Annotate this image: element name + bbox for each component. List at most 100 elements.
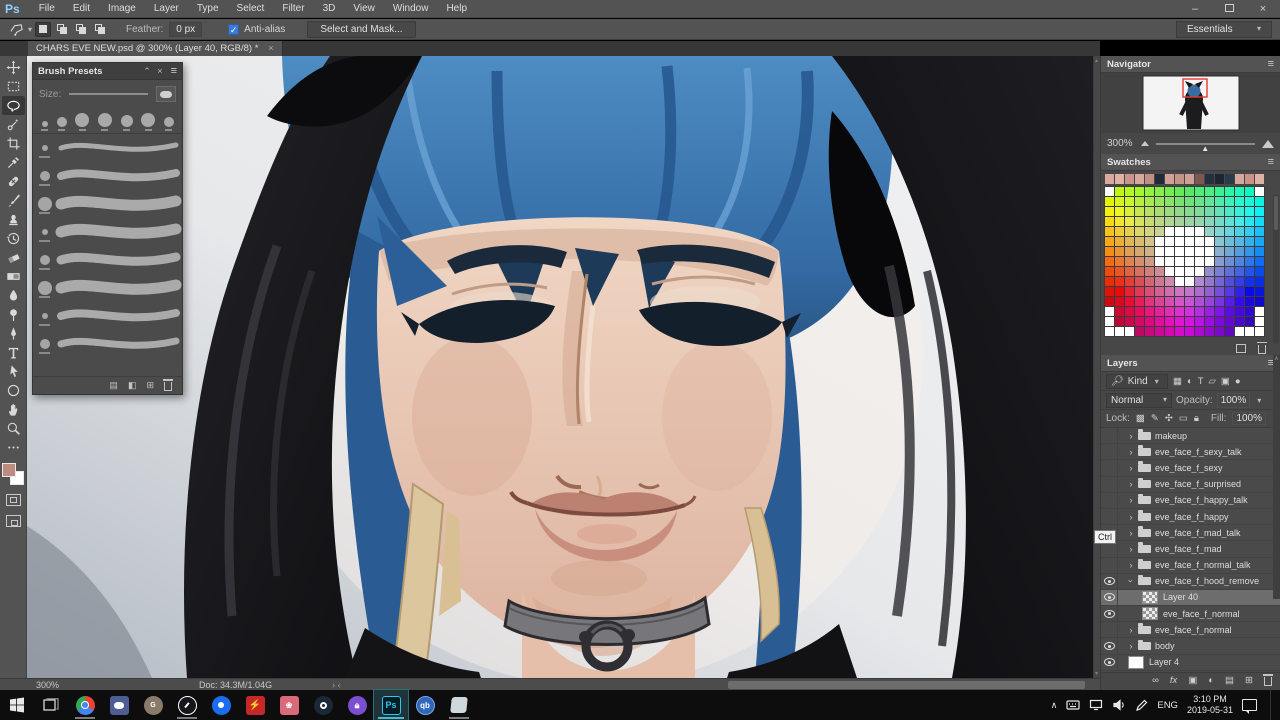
swatch[interactable] <box>1135 277 1144 286</box>
path-selection-tool[interactable] <box>2 362 25 381</box>
navigator-preview[interactable] <box>1101 73 1280 133</box>
swatch[interactable] <box>1195 174 1204 184</box>
swatch[interactable] <box>1165 237 1174 246</box>
brush-tip[interactable] <box>141 113 155 131</box>
brush-size-slider[interactable] <box>69 93 148 95</box>
chevron-collapsed-icon[interactable]: › <box>1126 544 1136 554</box>
swatch[interactable] <box>1125 297 1134 306</box>
swatch[interactable] <box>1155 297 1164 306</box>
swatch[interactable] <box>1115 247 1124 256</box>
touch-keyboard-icon[interactable] <box>1066 699 1080 711</box>
layer-style-icon[interactable]: fx <box>1170 675 1177 686</box>
swatch[interactable] <box>1205 267 1214 276</box>
visibility-empty[interactable] <box>1101 428 1118 443</box>
swatch[interactable] <box>1245 174 1254 184</box>
blend-mode-dropdown[interactable]: Normal ▾ <box>1106 393 1172 408</box>
menu-view[interactable]: View <box>344 0 384 18</box>
swatch[interactable] <box>1155 307 1164 316</box>
swatch[interactable] <box>1245 317 1254 326</box>
swatch[interactable] <box>1135 247 1144 256</box>
swatch[interactable] <box>1185 197 1194 206</box>
layer-row-eve_face_f_sexy_talk[interactable]: ›eve_face_f_sexy_talk <box>1101 444 1280 460</box>
taskbar-gimp-icon[interactable]: G <box>136 690 170 720</box>
swatch[interactable] <box>1205 247 1214 256</box>
layer-row-body[interactable]: ›body <box>1101 638 1280 654</box>
gradient-tool[interactable] <box>2 267 25 286</box>
screen-mode-button[interactable] <box>6 515 21 527</box>
swatch[interactable] <box>1135 197 1144 206</box>
swatch[interactable] <box>1195 187 1204 196</box>
swatch[interactable] <box>1185 187 1194 196</box>
swatch[interactable] <box>1245 257 1254 266</box>
swatch[interactable] <box>1185 277 1194 286</box>
swatch[interactable] <box>1115 174 1124 184</box>
brush-tip[interactable] <box>98 113 112 131</box>
clone-stamp-tool[interactable] <box>2 210 25 229</box>
swatch[interactable] <box>1215 317 1224 326</box>
blur-tool[interactable] <box>2 286 25 305</box>
swatch[interactable] <box>1125 187 1134 196</box>
layer-mask-icon[interactable]: ▣ <box>1188 675 1197 686</box>
swatch[interactable] <box>1125 207 1134 216</box>
swatch[interactable] <box>1255 317 1264 326</box>
menu-select[interactable]: Select <box>228 0 274 18</box>
toggle-view-icon[interactable]: ▤ <box>109 380 118 391</box>
swatch[interactable] <box>1165 317 1174 326</box>
swatch[interactable] <box>1255 297 1264 306</box>
delete-brush-icon[interactable] <box>164 382 172 391</box>
swatch[interactable] <box>1135 207 1144 216</box>
visibility-empty[interactable] <box>1101 558 1118 573</box>
swatch[interactable] <box>1195 277 1204 286</box>
swatch[interactable] <box>1245 267 1254 276</box>
zoom-tool[interactable] <box>2 419 25 438</box>
taskbar-sticky-notes-icon[interactable] <box>442 690 476 720</box>
visibility-empty[interactable] <box>1101 444 1118 459</box>
swatch[interactable] <box>1245 207 1254 216</box>
link-layers-icon[interactable]: ∞ <box>1152 675 1159 686</box>
menu-filter[interactable]: Filter <box>273 0 313 18</box>
close-tab-icon[interactable]: × <box>268 43 274 54</box>
select-and-mask-button[interactable]: Select and Mask... <box>307 21 415 38</box>
delete-swatch-icon[interactable] <box>1258 345 1266 354</box>
swatch[interactable] <box>1255 237 1264 246</box>
swatch-recent-row[interactable] <box>1101 171 1280 186</box>
swatch[interactable] <box>1155 247 1164 256</box>
swatch[interactable] <box>1105 257 1114 266</box>
new-brush-icon[interactable]: ⊞ <box>146 380 154 391</box>
intersect-selection-button[interactable] <box>92 22 108 37</box>
swatch[interactable] <box>1105 327 1114 336</box>
swatch[interactable] <box>1245 277 1254 286</box>
vertical-scrollbar[interactable]: ▴▾ <box>1093 56 1100 678</box>
swatch[interactable] <box>1155 327 1164 336</box>
layer-row-layer-40[interactable]: Layer 40 <box>1101 590 1280 606</box>
swatch[interactable] <box>1185 297 1194 306</box>
swatch[interactable] <box>1225 327 1234 336</box>
swatch[interactable] <box>1185 287 1194 296</box>
brush-tip[interactable] <box>41 121 48 131</box>
adjustment-layer-icon[interactable]: ◐ <box>1208 675 1214 686</box>
swatch[interactable] <box>1175 247 1184 256</box>
swatch[interactable] <box>1165 187 1174 196</box>
taskbar-task-view-icon[interactable] <box>34 690 68 720</box>
swatch[interactable] <box>1135 327 1144 336</box>
swatch[interactable] <box>1165 287 1174 296</box>
feather-input[interactable]: 0 px <box>169 22 202 37</box>
chevron-collapsed-icon[interactable]: › <box>1126 479 1136 489</box>
swatch[interactable] <box>1105 247 1114 256</box>
swatch[interactable] <box>1125 217 1134 226</box>
swatch[interactable] <box>1145 297 1154 306</box>
current-tool-button[interactable]: ▾ <box>8 22 32 37</box>
swatch[interactable] <box>1195 257 1204 266</box>
swatch[interactable] <box>1255 267 1264 276</box>
layer-row-eve_face_f_normal_talk[interactable]: ›eve_face_f_normal_talk <box>1101 558 1280 574</box>
swatch[interactable] <box>1125 237 1134 246</box>
swatch[interactable] <box>1165 217 1174 226</box>
layer-row-eve_face_f_normal[interactable]: ›eve_face_f_normal <box>1101 622 1280 638</box>
swatch[interactable] <box>1185 217 1194 226</box>
swatch[interactable] <box>1255 287 1264 296</box>
swatch[interactable] <box>1235 307 1244 316</box>
swatch[interactable] <box>1105 197 1114 206</box>
swatch[interactable] <box>1165 207 1174 216</box>
visibility-eye-icon[interactable] <box>1101 590 1118 605</box>
swatch[interactable] <box>1155 277 1164 286</box>
